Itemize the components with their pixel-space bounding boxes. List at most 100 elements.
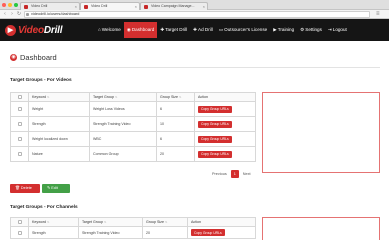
row-checkbox[interactable] <box>10 131 29 147</box>
table-row: Weight localized down WBC 6 Copy Group U… <box>10 131 256 147</box>
close-window-button[interactable] <box>2 3 6 7</box>
column-header-group-size[interactable]: Group Size⇅ <box>142 217 188 227</box>
browser-menu-icon[interactable]: ≡ <box>376 11 383 18</box>
keyword-cell: Weight localized down <box>28 131 90 147</box>
favicon-icon <box>144 5 148 9</box>
column-header-target-group[interactable]: Target Group⇅ <box>78 217 143 227</box>
row-checkbox[interactable] <box>10 226 29 239</box>
column-header-action: Action <box>187 217 256 227</box>
row-checkbox[interactable] <box>10 116 29 132</box>
nav-item-outsourcers-license[interactable]: ▭Outsourcer's License <box>216 22 270 38</box>
favicon-icon <box>24 5 28 9</box>
card-icon: ▭ <box>218 27 224 32</box>
gear-icon: ⚙ <box>300 27 305 32</box>
copy-group-urls-button[interactable]: Copy Group URLs <box>191 229 225 236</box>
pagination-next[interactable]: Next <box>243 172 251 176</box>
table-row: Nature Common Group 20 Copy Group URLs <box>10 146 256 162</box>
browser-toolbar: ‹ › ↻ videodrill.io/users/dashboard ≡ <box>0 10 389 19</box>
nav-menu: ⌂Welcome ◉Dashboard ✚Target Drill ✚Ad Dr… <box>95 22 350 38</box>
browser-tab-2[interactable]: Video Drill × <box>80 2 140 10</box>
minimize-window-button[interactable] <box>8 3 12 7</box>
column-header-keyword[interactable]: Keyword⇅ <box>28 217 79 227</box>
edit-button[interactable]: ✎ Edit <box>42 184 70 193</box>
pagination: Previous 1 Next <box>212 170 251 178</box>
forward-icon[interactable]: › <box>9 11 15 18</box>
action-cell: Copy Group URLs <box>194 116 256 132</box>
target-group-cell: Strength Training Video <box>89 116 157 132</box>
nav-item-ad-drill[interactable]: ✚Ad Drill <box>190 22 216 38</box>
table-header-row: Keyword⇅ Target Group⇅ Group Size⇅ Actio… <box>10 92 256 102</box>
action-cell: Copy Group URLs <box>194 101 256 117</box>
copy-group-urls-button[interactable]: Copy Group URLs <box>198 135 232 143</box>
maximize-window-button[interactable] <box>14 3 18 7</box>
browser-tab-1[interactable]: Video Drill × <box>20 2 80 10</box>
keyword-cell: Strength <box>28 226 79 239</box>
close-tab-icon[interactable]: × <box>135 3 137 10</box>
action-cell: Copy Group URLs <box>194 131 256 147</box>
keyword-cell: Nature <box>28 146 90 162</box>
divider <box>10 67 380 68</box>
column-header-action: Action <box>194 92 256 102</box>
group-size-cell: 6 <box>156 131 195 147</box>
close-tab-icon[interactable]: × <box>75 3 77 10</box>
plus-icon: ✚ <box>160 27 165 32</box>
keyword-cell: Strength <box>28 116 90 132</box>
table-header-row: Keyword⇅ Target Group⇅ Group Size⇅ Actio… <box>10 217 256 227</box>
url-text: videodrill.io/users/dashboard <box>31 12 80 16</box>
nav-item-target-drill[interactable]: ✚Target Drill <box>157 22 190 38</box>
target-group-cell: Common Group <box>89 146 157 162</box>
dashboard-icon: ◉ <box>10 54 17 61</box>
logout-icon: ⇥ <box>327 27 332 32</box>
reload-icon[interactable]: ↻ <box>16 11 22 18</box>
target-group-cell: Strength Training Video <box>78 226 143 239</box>
page-title: Dashboard <box>20 53 57 62</box>
pagination-previous[interactable]: Previous <box>212 172 227 176</box>
column-header-group-size[interactable]: Group Size⇅ <box>156 92 195 102</box>
pencil-icon: ✎ <box>47 186 51 190</box>
action-cell: Copy Group URLs <box>194 146 256 162</box>
trash-icon: 🗑 <box>15 186 20 190</box>
nav-item-settings[interactable]: ⚙Settings <box>297 22 325 38</box>
group-size-cell: 20 <box>156 146 195 162</box>
select-all-checkbox[interactable] <box>10 92 29 102</box>
page-header: ◉ Dashboard <box>10 53 57 62</box>
dashboard-icon: ◉ <box>126 27 131 32</box>
logo[interactable]: ▶ VideoDrill <box>5 24 63 36</box>
close-tab-icon[interactable]: × <box>203 3 205 10</box>
nav-item-dashboard[interactable]: ◉Dashboard <box>123 22 158 38</box>
channels-table: Keyword⇅ Target Group⇅ Group Size⇅ Actio… <box>10 217 256 239</box>
favicon-icon <box>84 5 88 9</box>
column-header-keyword[interactable]: Keyword⇅ <box>28 92 90 102</box>
side-panel-channels <box>262 217 380 240</box>
target-group-cell: Weight Loss Videos <box>89 101 157 117</box>
row-checkbox[interactable] <box>10 101 29 117</box>
delete-button[interactable]: 🗑 Delete <box>10 184 40 193</box>
select-all-checkbox[interactable] <box>10 217 29 227</box>
address-bar[interactable]: videodrill.io/users/dashboard <box>24 11 370 18</box>
copy-group-urls-button[interactable]: Copy Group URLs <box>198 105 232 113</box>
row-checkbox[interactable] <box>10 146 29 162</box>
nav-item-welcome[interactable]: ⌂Welcome <box>95 22 124 38</box>
nav-item-logout[interactable]: ⇥Logout <box>325 22 350 38</box>
target-group-cell: WBC <box>89 131 157 147</box>
app-navbar: ▶ VideoDrill ⌂Welcome ◉Dashboard ✚Target… <box>0 19 389 41</box>
browser-tab-3[interactable]: Video Campaign Manage... × <box>140 2 208 10</box>
column-header-target-group[interactable]: Target Group⇅ <box>89 92 157 102</box>
pagination-page-1[interactable]: 1 <box>230 170 239 178</box>
logo-text: VideoDrill <box>18 24 63 36</box>
table-row: Weight Weight Loss Videos 6 Copy Group U… <box>10 101 256 117</box>
lock-icon <box>26 13 29 16</box>
plus-icon: ✚ <box>193 27 198 32</box>
side-panel-videos <box>262 92 380 173</box>
copy-group-urls-button[interactable]: Copy Group URLs <box>198 120 232 128</box>
group-size-cell: 6 <box>156 101 195 117</box>
group-size-cell: 10 <box>156 116 195 132</box>
copy-group-urls-button[interactable]: Copy Group URLs <box>198 150 232 158</box>
table-row: Strength Strength Training Video 10 Copy… <box>10 116 256 132</box>
table-row: Strength Strength Training Video 20 Copy… <box>10 226 256 239</box>
logo-play-icon: ▶ <box>5 24 16 36</box>
back-icon[interactable]: ‹ <box>2 11 8 18</box>
nav-item-training[interactable]: ▶Training <box>270 22 297 38</box>
video-icon: ▶ <box>273 27 277 32</box>
window-controls <box>2 3 18 7</box>
